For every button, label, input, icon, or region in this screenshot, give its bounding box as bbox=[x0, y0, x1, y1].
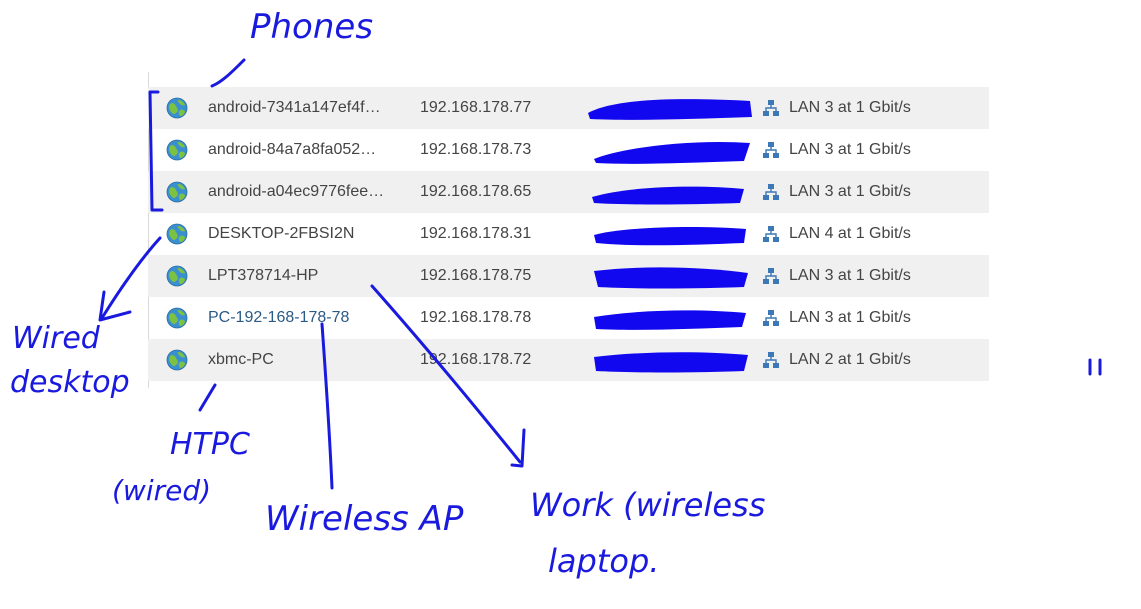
annotation-htpc: HTPC bbox=[170, 427, 250, 462]
annotation-overlay: Phones Wired desktop HTPC (wired) Wirele… bbox=[10, 7, 1102, 580]
pointer-line bbox=[320, 322, 334, 490]
annotation-desktop: desktop bbox=[10, 365, 130, 400]
arrow-line bbox=[100, 236, 162, 320]
annotation-work: Work (wireless bbox=[530, 486, 765, 524]
stray-mark bbox=[1088, 358, 1102, 376]
annotation-phones: Phones bbox=[250, 7, 373, 47]
bracket-mark bbox=[148, 90, 164, 212]
annotation-laptop: laptop. bbox=[548, 542, 659, 580]
annotation-wired-paren: (wired) bbox=[112, 474, 211, 507]
pointer-line bbox=[210, 58, 246, 88]
annotation-wired: Wired bbox=[12, 321, 101, 356]
annotation-wireless-ap: Wireless AP bbox=[265, 499, 464, 539]
arrow-line bbox=[370, 284, 522, 464]
pointer-line bbox=[198, 383, 217, 412]
